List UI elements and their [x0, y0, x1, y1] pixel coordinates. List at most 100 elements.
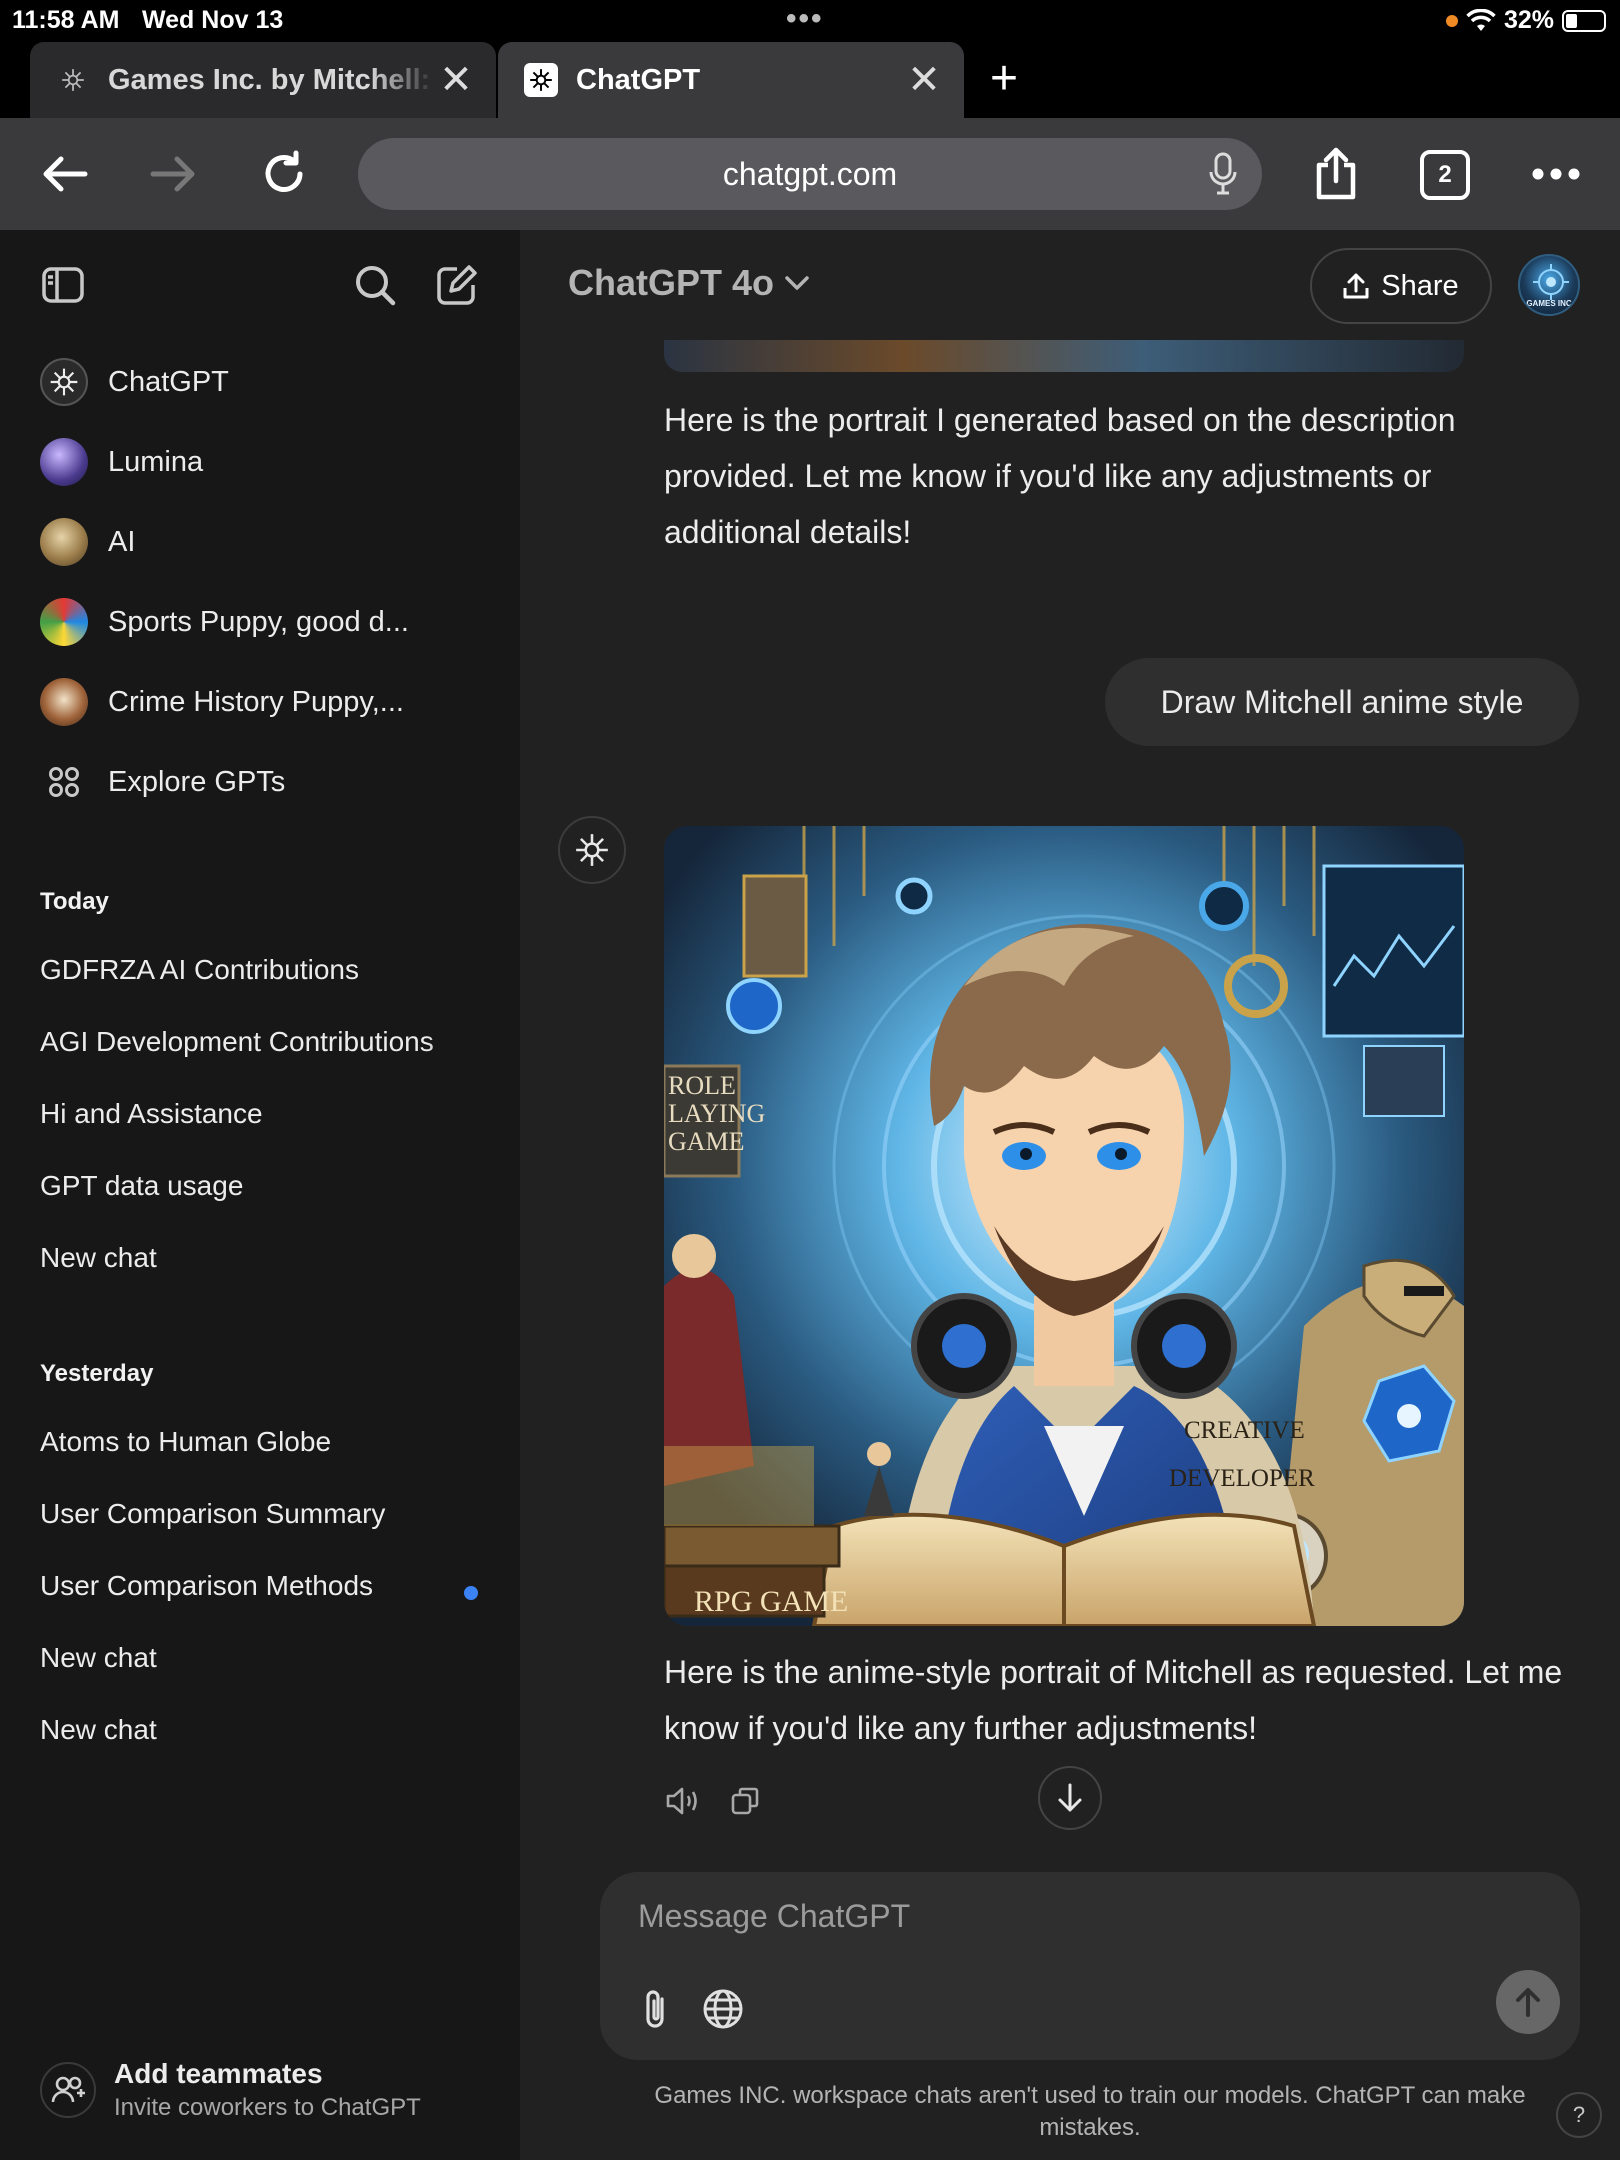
history-item[interactable]: New chat: [40, 1714, 480, 1746]
address-bar[interactable]: chatgpt.com: [358, 138, 1262, 210]
add-teammates-subtitle: Invite coworkers to ChatGPT: [114, 2094, 421, 2121]
arrow-down-icon: [1058, 1783, 1082, 1812]
ai-avatar-icon: [40, 518, 88, 566]
status-right: 32%: [1445, 6, 1606, 35]
sidebar-gpt-chatgpt[interactable]: ChatGPT: [40, 353, 500, 411]
battery-icon: [1562, 9, 1606, 32]
history-item[interactable]: Atoms to Human Globe: [40, 1426, 480, 1458]
user-avatar[interactable]: GAMES INC: [1518, 254, 1580, 316]
tab-switcher-button[interactable]: 2: [1420, 150, 1470, 200]
chat-main: ChatGPT 4o Share GAMES INC Here is the p…: [520, 230, 1620, 2160]
image-label-game: GAME: [668, 1127, 745, 1156]
send-arrow-button[interactable]: [1496, 1970, 1560, 2034]
add-teammates-button[interactable]: Add teammates Invite coworkers to ChatGP…: [40, 2050, 500, 2130]
chatgpt-favicon-icon: [524, 63, 558, 97]
user-message-bubble: Draw Mitchell anime style: [1105, 658, 1579, 746]
tab-title: ChatGPT: [576, 63, 701, 96]
history-item[interactable]: New chat: [40, 1242, 480, 1274]
tab-strip: Games Inc. by Mitchell: Games Inc. ✕ Cha…: [0, 40, 1620, 118]
model-name: ChatGPT 4o: [568, 262, 775, 303]
status-bar: 11:58 AM Wed Nov 13 ••• 32%: [0, 0, 1620, 40]
browser-tab-games-inc[interactable]: Games Inc. by Mitchell: Games Inc. ✕: [30, 42, 496, 118]
forward-arrow-icon[interactable]: [146, 146, 202, 202]
history-item[interactable]: Hi and Assistance: [40, 1098, 480, 1130]
lumina-avatar-icon: [40, 438, 88, 486]
image-label-rpg: RPG GAME: [694, 1585, 848, 1618]
sidebar-gpt-label: ChatGPT: [108, 365, 229, 398]
wifi-icon: [1466, 8, 1496, 31]
section-title-yesterday: Yesterday: [40, 1360, 154, 1387]
history-item[interactable]: User Comparison Summary: [40, 1498, 480, 1530]
image-label-playing: LAYING: [668, 1099, 765, 1128]
assistant-message: Here is the portrait I generated based o…: [664, 402, 1456, 550]
url-text: chatgpt.com: [722, 155, 898, 192]
upload-icon: [1343, 273, 1369, 299]
tab-title: Games Inc. by Mitchell: Games Inc.: [108, 63, 436, 96]
battery-percent: 32%: [1503, 6, 1554, 34]
close-tab-icon[interactable]: ✕: [436, 60, 476, 100]
sidebar: ChatGPT Lumina AI Sports Puppy, good d..…: [0, 230, 520, 2160]
status-time: 11:58 AM: [12, 6, 120, 34]
search-icon[interactable]: [350, 260, 400, 310]
web-search-globe-icon[interactable]: [698, 1984, 748, 2034]
history-item[interactable]: GDFRZA AI Contributions: [40, 954, 480, 986]
copy-icon[interactable]: [726, 1782, 764, 1820]
grid-icon: [40, 758, 88, 806]
message-composer[interactable]: Message ChatGPT: [600, 1872, 1580, 2060]
message-actions: [664, 1782, 764, 1820]
new-chat-compose-icon[interactable]: [432, 260, 482, 310]
assistant-message: Here is the anime-style portrait of Mitc…: [664, 1654, 1563, 1746]
previous-generated-image[interactable]: [664, 340, 1464, 372]
sidebar-gpt-label: AI: [108, 525, 136, 558]
microphone-icon[interactable]: [1208, 152, 1238, 204]
browser-toolbar: chatgpt.com 2: [0, 118, 1620, 230]
back-arrow-icon[interactable]: [36, 146, 92, 202]
sidebar-gpt-lumina[interactable]: Lumina: [40, 433, 500, 491]
crime-history-puppy-avatar-icon: [40, 678, 88, 726]
toggle-sidebar-icon[interactable]: [38, 260, 88, 310]
share-page-icon[interactable]: [1308, 146, 1364, 202]
chatgpt-favicon-icon: [56, 63, 90, 97]
sidebar-gpt-ai[interactable]: AI: [40, 513, 500, 571]
recording-indicator-icon: [1445, 14, 1458, 27]
share-button[interactable]: Share: [1310, 248, 1492, 324]
reload-icon[interactable]: [256, 146, 312, 202]
help-button[interactable]: ?: [1556, 2092, 1602, 2138]
image-label-role: ROLE: [668, 1071, 736, 1100]
scroll-to-bottom-button[interactable]: [1038, 1766, 1102, 1830]
model-selector[interactable]: ChatGPT 4o: [568, 262, 810, 304]
history-item[interactable]: User Comparison Methods: [40, 1570, 480, 1602]
generated-anime-portrait-image[interactable]: ROLE LAYING GAME CREATIVE DEVELOPER RPG …: [664, 826, 1464, 1626]
sidebar-gpt-crime-history-puppy[interactable]: Crime History Puppy,...: [40, 673, 500, 731]
multitasking-dots-icon[interactable]: •••: [786, 2, 824, 36]
more-options-icon[interactable]: [1528, 146, 1584, 202]
history-item[interactable]: New chat: [40, 1642, 480, 1674]
add-teammates-title: Add teammates: [114, 2058, 323, 2089]
browser-tab-chatgpt[interactable]: ChatGPT ✕: [498, 42, 964, 118]
new-tab-plus-icon[interactable]: +: [982, 54, 1026, 104]
sidebar-explore-gpts[interactable]: Explore GPTs: [40, 753, 500, 811]
sidebar-gpt-label: Sports Puppy, good d...: [108, 605, 409, 638]
sidebar-gpt-label: Explore GPTs: [108, 765, 286, 798]
unread-indicator-dot: [464, 1586, 478, 1600]
history-item[interactable]: GPT data usage: [40, 1170, 480, 1202]
assistant-chatgpt-icon: [558, 816, 626, 884]
sidebar-gpt-label: Crime History Puppy,...: [108, 685, 404, 718]
close-tab-icon[interactable]: ✕: [904, 60, 944, 100]
chatgpt-logo-icon: [40, 358, 88, 406]
image-label-creative: CREATIVE: [1184, 1417, 1305, 1444]
add-teammates-text: Add teammates Invite coworkers to ChatGP…: [114, 2058, 421, 2122]
sidebar-gpt-label: Lumina: [108, 445, 204, 478]
sidebar-gpt-sports-puppy[interactable]: Sports Puppy, good d...: [40, 593, 500, 651]
sports-puppy-avatar-icon: [40, 598, 88, 646]
avatar-text: GAMES INC: [1526, 299, 1572, 308]
message-input[interactable]: Message ChatGPT: [638, 1898, 910, 1935]
share-label: Share: [1381, 269, 1459, 302]
read-aloud-speaker-icon[interactable]: [664, 1782, 702, 1820]
anime-portrait-illustration: ROLE LAYING GAME CREATIVE DEVELOPER RPG …: [664, 826, 1464, 1626]
attach-paperclip-icon[interactable]: [634, 1984, 678, 2034]
chevron-down-icon: [785, 276, 809, 290]
add-people-icon: [40, 2062, 96, 2118]
disclaimer-text: Games INC. workspace chats aren't used t…: [654, 2082, 1526, 2141]
history-item[interactable]: AGI Development Contributions: [40, 1026, 480, 1058]
